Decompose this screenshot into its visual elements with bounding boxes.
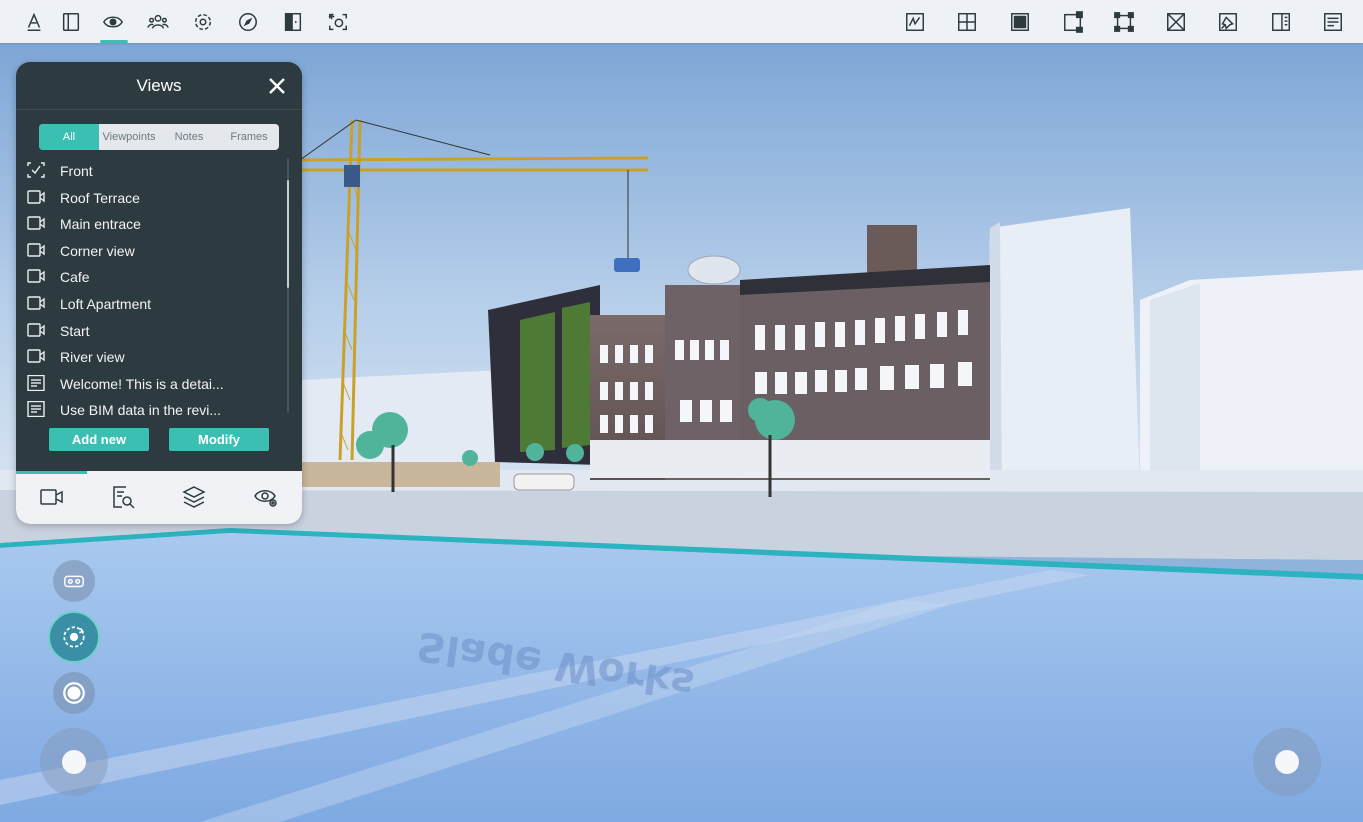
list-item-corner-view[interactable]: Corner view bbox=[16, 237, 286, 264]
add-new-button[interactable]: Add new bbox=[49, 428, 149, 451]
list-item-label: Front bbox=[60, 163, 93, 179]
camera-icon bbox=[27, 322, 45, 338]
vr-headset-button[interactable] bbox=[53, 560, 95, 602]
list-item-label: Main entrace bbox=[60, 216, 141, 233]
views-panel: Views All Viewpoints Notes Frames Front … bbox=[16, 62, 302, 524]
joystick-knob[interactable] bbox=[62, 750, 86, 774]
bounding-box-icon[interactable] bbox=[1104, 0, 1144, 43]
list-item-cafe[interactable]: Cafe bbox=[16, 263, 286, 290]
close-icon[interactable] bbox=[266, 75, 288, 97]
crop-view-icon[interactable] bbox=[1053, 0, 1093, 43]
note-icon bbox=[27, 374, 45, 391]
camera-icon bbox=[27, 268, 45, 284]
x-section-icon[interactable] bbox=[1156, 0, 1196, 43]
list-item-label: Corner view bbox=[60, 242, 135, 259]
video-camera-icon[interactable] bbox=[32, 479, 72, 515]
people-icon[interactable] bbox=[138, 0, 178, 43]
document-search-icon[interactable] bbox=[103, 479, 143, 515]
camera-icon bbox=[27, 189, 45, 205]
modify-button[interactable]: Modify bbox=[169, 428, 269, 451]
camera-focus-icon[interactable] bbox=[318, 0, 358, 43]
panel-title: Views bbox=[136, 76, 182, 95]
note-icon bbox=[27, 401, 45, 418]
eye-icon[interactable] bbox=[93, 0, 133, 43]
viewpoint-active-icon bbox=[27, 162, 45, 178]
top-toolbar bbox=[0, 0, 1363, 43]
compass-icon[interactable] bbox=[228, 0, 268, 43]
joystick-knob[interactable] bbox=[1275, 750, 1299, 774]
list-item-start[interactable]: Start bbox=[16, 317, 286, 344]
list-item-label: Loft Apartment bbox=[60, 295, 152, 312]
tab-all[interactable]: All bbox=[39, 124, 99, 150]
list-item-roof-terrace[interactable]: Roof Terrace bbox=[16, 184, 286, 211]
walk-mode-button[interactable] bbox=[53, 672, 95, 714]
divider bbox=[16, 109, 302, 110]
list-item-label: Start bbox=[60, 322, 90, 339]
list-item-label: Welcome! This is a detai... bbox=[60, 375, 224, 392]
eye-settings-icon[interactable] bbox=[246, 479, 286, 515]
sketch-icon[interactable] bbox=[895, 0, 935, 43]
camera-icon bbox=[27, 242, 45, 258]
panel-bottom-nav bbox=[16, 471, 302, 524]
tab-viewpoints[interactable]: Viewpoints bbox=[99, 124, 159, 150]
orbit-icon bbox=[63, 626, 85, 648]
door-icon[interactable] bbox=[273, 0, 313, 43]
properties-icon[interactable] bbox=[1313, 0, 1353, 43]
active-tab-indicator bbox=[16, 471, 87, 474]
grid-view-icon[interactable] bbox=[947, 0, 987, 43]
view-list: Front Roof Terrace Main entrace Corner v… bbox=[16, 157, 286, 423]
pin-icon[interactable] bbox=[1208, 0, 1248, 43]
split-panel-icon[interactable] bbox=[1261, 0, 1301, 43]
list-item-main-entrace[interactable]: Main entrace bbox=[16, 210, 286, 237]
list-item-note-bim[interactable]: Use BIM data in the revi... bbox=[16, 396, 286, 423]
vr-headset-icon bbox=[64, 575, 84, 588]
move-joystick[interactable] bbox=[40, 728, 108, 796]
solid-view-icon[interactable] bbox=[1000, 0, 1040, 43]
panels-icon[interactable] bbox=[51, 0, 91, 43]
list-item-front[interactable]: Front bbox=[16, 157, 286, 184]
tab-notes[interactable]: Notes bbox=[159, 124, 219, 150]
measure-icon[interactable] bbox=[14, 0, 54, 43]
list-item-river-view[interactable]: River view bbox=[16, 343, 286, 370]
camera-icon bbox=[27, 348, 45, 364]
list-item-label: Roof Terrace bbox=[60, 189, 140, 206]
target-icon bbox=[63, 682, 85, 704]
layers-icon[interactable] bbox=[174, 479, 214, 515]
orbit-mode-button[interactable] bbox=[48, 611, 100, 663]
list-item-label: Cafe bbox=[60, 269, 90, 286]
look-joystick[interactable] bbox=[1253, 728, 1321, 796]
camera-icon bbox=[27, 295, 45, 311]
scrollbar-thumb[interactable] bbox=[287, 180, 289, 288]
view-filter-tabs: All Viewpoints Notes Frames bbox=[39, 124, 279, 150]
list-item-label: Use BIM data in the revi... bbox=[60, 402, 222, 419]
list-item-label: River view bbox=[60, 349, 125, 366]
list-item-note-welcome[interactable]: Welcome! This is a detai... bbox=[16, 370, 286, 397]
camera-icon bbox=[27, 215, 45, 231]
list-item-loft-apartment[interactable]: Loft Apartment bbox=[16, 290, 286, 317]
tab-frames[interactable]: Frames bbox=[219, 124, 279, 150]
settings-icon[interactable] bbox=[183, 0, 223, 43]
